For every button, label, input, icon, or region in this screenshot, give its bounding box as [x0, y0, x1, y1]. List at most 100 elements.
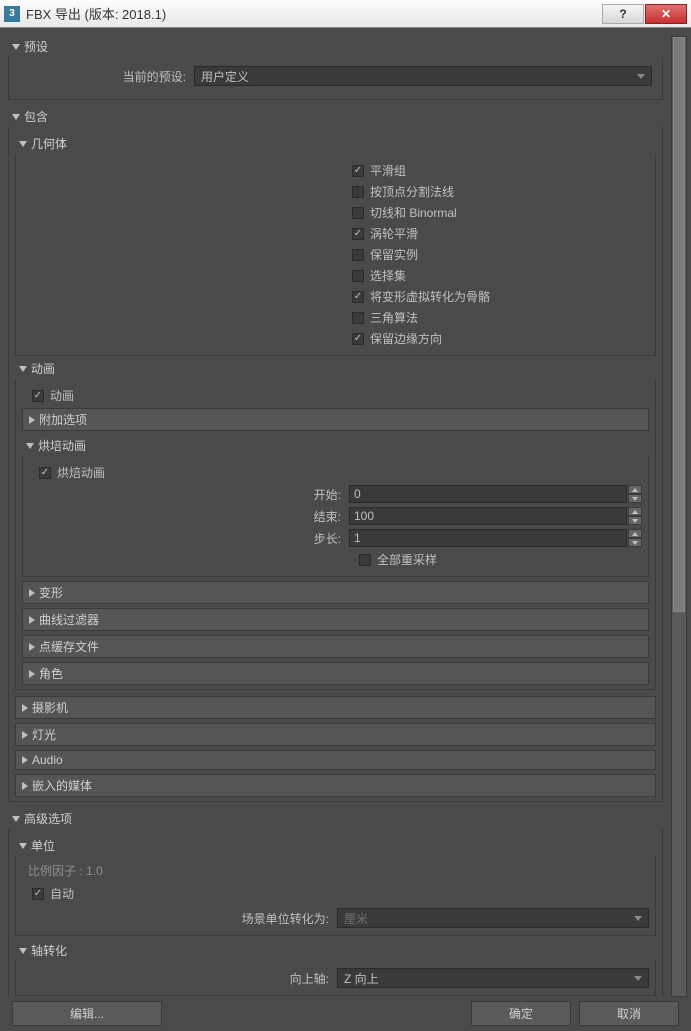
- curve-filters-label: 曲线过滤器: [39, 611, 99, 628]
- bake-animation-header-label: 烘培动画: [38, 437, 86, 454]
- start-spin-up[interactable]: [628, 485, 642, 494]
- up-axis-dropdown[interactable]: Z 向上: [337, 968, 649, 988]
- ok-button[interactable]: 确定: [471, 1001, 571, 1026]
- up-axis-label: 向上轴:: [22, 970, 337, 987]
- preset-header[interactable]: 预设: [8, 36, 663, 57]
- start-input[interactable]: [349, 485, 627, 503]
- bake-animation-cb-label: 烘焙动画: [57, 464, 105, 481]
- curve-filters-header[interactable]: 曲线过滤器: [22, 608, 649, 631]
- axis-header[interactable]: 轴转化: [15, 940, 656, 961]
- characters-header[interactable]: 角色: [22, 662, 649, 685]
- chevron-right-icon: [29, 616, 35, 624]
- turbosmooth-checkbox[interactable]: [352, 228, 364, 240]
- scroll-thumb[interactable]: [673, 37, 685, 612]
- preserve-instances-label: 保留实例: [370, 246, 418, 263]
- preset-header-label: 预设: [24, 38, 48, 55]
- scene-units-value: 厘米: [344, 910, 368, 927]
- audio-label: Audio: [32, 753, 63, 767]
- end-spin-down[interactable]: [628, 516, 642, 525]
- chevron-down-icon: [19, 948, 27, 954]
- end-spin-up[interactable]: [628, 507, 642, 516]
- cancel-button[interactable]: 取消: [579, 1001, 679, 1026]
- up-axis-value: Z 向上: [344, 970, 379, 987]
- chevron-down-icon: [634, 976, 642, 981]
- button-bar: 编辑... 确定 取消: [0, 1001, 691, 1031]
- smoothing-groups-label: 平滑组: [370, 162, 406, 179]
- chevron-down-icon: [12, 44, 20, 50]
- scene-units-dropdown: 厘米: [337, 908, 649, 928]
- titlebar: 3 FBX 导出 (版本: 2018.1) ? ✕: [0, 0, 691, 28]
- resample-all-checkbox[interactable]: [359, 554, 371, 566]
- current-preset-dropdown[interactable]: 用户定义: [194, 66, 652, 86]
- smoothing-groups-checkbox[interactable]: [352, 165, 364, 177]
- end-input[interactable]: [349, 507, 627, 525]
- chevron-down-icon: [634, 916, 642, 921]
- units-header-label: 单位: [31, 837, 55, 854]
- chevron-right-icon: [29, 670, 35, 678]
- chevron-right-icon: [22, 782, 28, 790]
- turbosmooth-label: 涡轮平滑: [370, 225, 418, 242]
- preserve-edge-checkbox[interactable]: [352, 333, 364, 345]
- include-header[interactable]: 包含: [8, 106, 663, 127]
- characters-label: 角色: [39, 665, 63, 682]
- step-spin-down[interactable]: [628, 538, 642, 547]
- chevron-down-icon: [637, 74, 645, 79]
- preserve-instances-checkbox[interactable]: [352, 249, 364, 261]
- preserve-edge-label: 保留边缘方向: [370, 330, 442, 347]
- close-button[interactable]: ✕: [645, 4, 687, 24]
- include-header-label: 包含: [24, 108, 48, 125]
- split-per-vertex-checkbox[interactable]: [352, 186, 364, 198]
- app-icon: 3: [4, 6, 20, 22]
- chevron-right-icon: [22, 704, 28, 712]
- animation-cb-label: 动画: [50, 387, 74, 404]
- main-panel: 预设 当前的预设: 用户定义 包含: [8, 36, 667, 997]
- deformations-header[interactable]: 变形: [22, 581, 649, 604]
- convert-dummies-checkbox[interactable]: [352, 291, 364, 303]
- step-input[interactable]: [349, 529, 627, 547]
- point-cache-header[interactable]: 点缓存文件: [22, 635, 649, 658]
- current-preset-value: 用户定义: [201, 68, 249, 85]
- tangents-checkbox[interactable]: [352, 207, 364, 219]
- step-label: 步长:: [29, 530, 349, 547]
- chevron-right-icon: [29, 416, 35, 424]
- lights-header[interactable]: 灯光: [15, 723, 656, 746]
- vertical-scrollbar[interactable]: [671, 36, 687, 997]
- bake-animation-checkbox[interactable]: [39, 467, 51, 479]
- geometry-header-label: 几何体: [31, 135, 67, 152]
- advanced-header[interactable]: 高级选项: [8, 808, 663, 829]
- point-cache-label: 点缓存文件: [39, 638, 99, 655]
- automatic-checkbox[interactable]: [32, 888, 44, 900]
- units-header[interactable]: 单位: [15, 835, 656, 856]
- start-label: 开始:: [29, 486, 349, 503]
- advanced-header-label: 高级选项: [24, 810, 72, 827]
- animation-header[interactable]: 动画: [15, 358, 656, 379]
- edit-button[interactable]: 编辑...: [12, 1001, 162, 1026]
- chevron-right-icon: [22, 731, 28, 739]
- axis-header-label: 轴转化: [31, 942, 67, 959]
- selection-sets-checkbox[interactable]: [352, 270, 364, 282]
- chevron-right-icon: [29, 589, 35, 597]
- extra-options-label: 附加选项: [39, 411, 87, 428]
- animation-header-label: 动画: [31, 360, 55, 377]
- embed-media-header[interactable]: 嵌入的媒体: [15, 774, 656, 797]
- geometry-header[interactable]: 几何体: [15, 133, 656, 154]
- convert-dummies-label: 将变形虚拟转化为骨骼: [370, 288, 490, 305]
- help-button[interactable]: ?: [602, 4, 644, 24]
- scene-units-label: 场景单位转化为:: [22, 910, 337, 927]
- step-spin-up[interactable]: [628, 529, 642, 538]
- automatic-label: 自动: [50, 885, 74, 902]
- chevron-down-icon: [12, 816, 20, 822]
- audio-header[interactable]: Audio: [15, 750, 656, 770]
- bake-animation-header[interactable]: 烘培动画: [22, 435, 649, 456]
- selection-sets-label: 选择集: [370, 267, 406, 284]
- fbx-export-window: 3 FBX 导出 (版本: 2018.1) ? ✕ 预设 当前的预设: 用户定义: [0, 0, 691, 1031]
- start-spin-down[interactable]: [628, 494, 642, 503]
- cameras-header[interactable]: 摄影机: [15, 696, 656, 719]
- chevron-down-icon: [12, 114, 20, 120]
- extra-options-header[interactable]: 附加选项: [22, 408, 649, 431]
- triangulate-checkbox[interactable]: [352, 312, 364, 324]
- chevron-down-icon: [19, 843, 27, 849]
- animation-checkbox[interactable]: [32, 390, 44, 402]
- resample-all-label: 全部重采样: [377, 551, 437, 568]
- triangulate-label: 三角算法: [370, 309, 418, 326]
